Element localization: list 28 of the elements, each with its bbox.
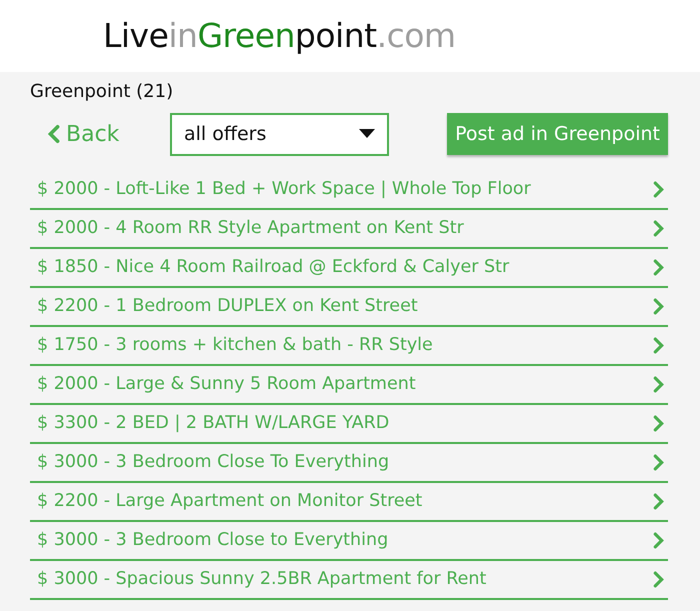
listing-link[interactable]: $ 1850 - Nice 4 Room Railroad @ Eckford & Calyer Str <box>30 249 668 288</box>
chevron-right-icon <box>653 259 664 276</box>
chevron-right-icon <box>653 181 664 198</box>
listing-link[interactable]: $ 2200 - Large Apartment on Monitor Street <box>30 483 668 522</box>
chevron-right-icon <box>653 454 664 471</box>
offer-filter-dropdown[interactable]: all offers <box>170 112 389 156</box>
chevron-right-icon <box>653 337 664 354</box>
page-title: Greenpoint (21) <box>30 80 174 104</box>
post-ad-button[interactable]: Post ad in Greenpoint <box>447 113 668 155</box>
chevron-right-icon <box>653 298 664 315</box>
chevron-right-icon <box>653 532 664 549</box>
chevron-right-icon <box>653 376 664 393</box>
listing-link[interactable]: $ 3000 - Spacious Sunny 2.5BR Apartment for Rent <box>30 561 668 600</box>
chevron-right-icon <box>653 493 664 510</box>
chevron-right-icon <box>653 571 664 588</box>
listing-link[interactable]: $ 3000 - 3 Bedroom Close to Everything <box>30 522 668 561</box>
chevron-right-icon <box>653 220 664 237</box>
listing-link[interactable]: $ 1750 - 3 rooms + kitchen & bath - RR Style <box>30 327 668 366</box>
listing-link[interactable]: $ 2000 - Loft-Like 1 Bed + Work Space | Whole Top Floor <box>30 171 668 210</box>
back-link[interactable]: Back <box>48 118 170 150</box>
listing-link[interactable]: $ 3300 - 2 BED | 2 BATH W/LARGE YARD <box>30 405 668 444</box>
listing-link[interactable]: $ 2000 - 4 Room RR Style Apartment on Kent Str <box>30 210 668 249</box>
chevron-right-icon <box>653 415 664 432</box>
listing-link[interactable]: $ 2200 - 1 Bedroom DUPLEX on Kent Street <box>30 288 668 327</box>
listing-link[interactable]: $ 2000 - Large & Sunny 5 Room Apartment <box>30 366 668 405</box>
chevron-left-icon <box>48 124 60 144</box>
caret-icon <box>359 129 375 139</box>
listing-link[interactable]: $ 3000 - 3 Bedroom Close To Everything <box>30 444 668 483</box>
